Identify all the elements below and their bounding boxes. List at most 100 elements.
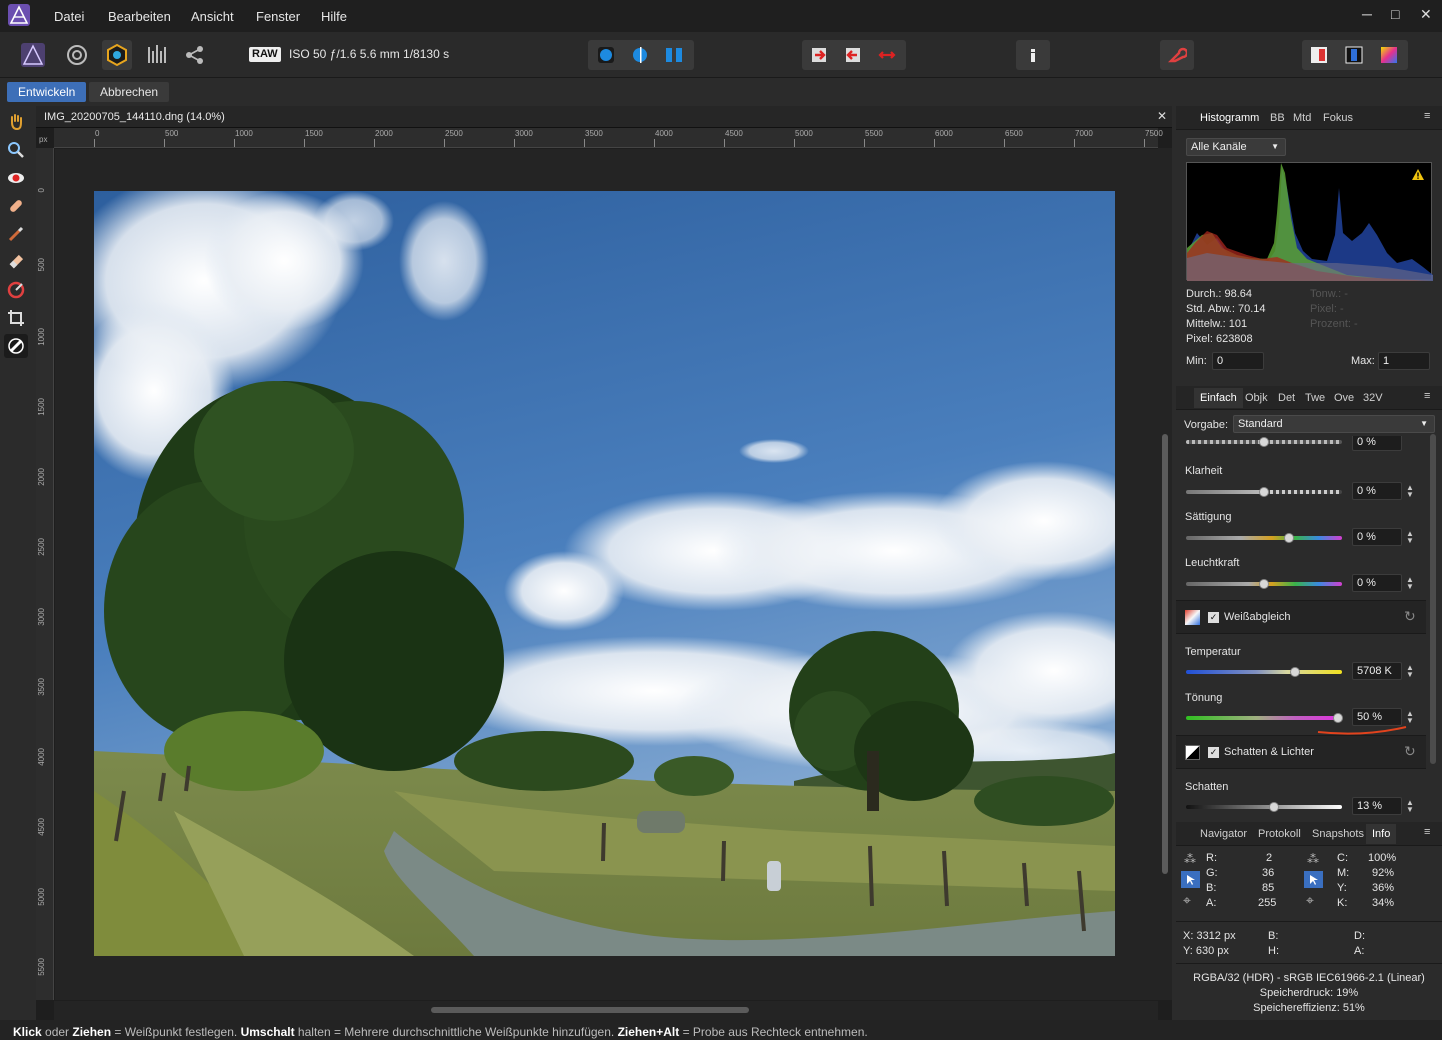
develop-button[interactable]: Entwickeln bbox=[7, 82, 87, 102]
preset-select[interactable]: Standard ▼ bbox=[1233, 415, 1435, 433]
clip-shadows-icon[interactable] bbox=[838, 40, 868, 70]
horizontal-scrollbar[interactable] bbox=[54, 1001, 1158, 1020]
vibrance-stepper[interactable]: ▲ ▼ bbox=[1406, 576, 1414, 591]
horizontal-scroll-thumb[interactable] bbox=[431, 1007, 749, 1013]
cancel-button[interactable]: Abbrechen bbox=[89, 82, 170, 102]
photo-image[interactable] bbox=[94, 191, 1115, 956]
close-window-button[interactable]: ✕ bbox=[1420, 6, 1432, 23]
vertical-scroll-thumb[interactable] bbox=[1162, 434, 1168, 874]
pointer-source-icon[interactable] bbox=[1181, 871, 1200, 888]
temperature-slider-knob[interactable] bbox=[1290, 667, 1300, 677]
hand-tool-icon[interactable] bbox=[4, 110, 28, 134]
zoom-tool-icon[interactable] bbox=[4, 138, 28, 162]
crosshair-icon[interactable]: ⌖ bbox=[1183, 892, 1191, 909]
temperature-stepper[interactable]: ▲ ▼ bbox=[1406, 664, 1414, 679]
document-tab[interactable]: IMG_20200705_144110.dng (14.0%) ✕ bbox=[36, 106, 1172, 128]
shadows-value[interactable]: 13 % bbox=[1352, 797, 1402, 815]
overlay-erase-tool-icon[interactable] bbox=[4, 250, 28, 274]
white-balance-section[interactable]: ✓ Weißabgleich ↻ bbox=[1176, 600, 1426, 634]
panel-menu-icon[interactable]: ≡ bbox=[1424, 390, 1430, 402]
partial-value[interactable]: 0 % bbox=[1352, 436, 1402, 451]
min-input[interactable]: 0 bbox=[1212, 352, 1264, 370]
red-eye-tool-icon[interactable] bbox=[4, 166, 28, 190]
vibrance-value[interactable]: 0 % bbox=[1352, 574, 1402, 592]
tab-navigator[interactable]: Navigator bbox=[1200, 828, 1247, 840]
clip-highlights-icon[interactable] bbox=[804, 40, 834, 70]
min-label: Min: bbox=[1186, 355, 1207, 367]
temperature-value[interactable]: 5708 K bbox=[1352, 662, 1402, 680]
menu-fenster[interactable]: Fenster bbox=[256, 9, 300, 24]
tab-snapshots[interactable]: Snapshots bbox=[1312, 828, 1364, 840]
tab-info[interactable]: Info bbox=[1366, 824, 1397, 844]
vertical-scrollbar[interactable] bbox=[1158, 148, 1172, 1000]
saturation-stepper[interactable]: ▲ ▼ bbox=[1406, 530, 1414, 545]
clarity-value[interactable]: 0 % bbox=[1352, 482, 1402, 500]
tab-fokus[interactable]: Fokus bbox=[1323, 112, 1353, 124]
crosshair-icon[interactable]: ⌖ bbox=[1306, 892, 1314, 909]
white-balance-tool-icon[interactable] bbox=[4, 334, 28, 358]
menu-bearbeiten[interactable]: Bearbeiten bbox=[108, 9, 171, 24]
tab-det[interactable]: Det bbox=[1278, 392, 1295, 404]
assistant-icon[interactable] bbox=[1162, 40, 1192, 70]
tint-slider-knob[interactable] bbox=[1333, 713, 1343, 723]
share-icon[interactable] bbox=[180, 40, 210, 70]
info-icon[interactable] bbox=[1018, 40, 1048, 70]
reset-icon[interactable]: ↻ bbox=[1404, 608, 1416, 625]
shadows-stepper[interactable]: ▲ ▼ bbox=[1406, 799, 1414, 814]
tab-objk[interactable]: Objk bbox=[1245, 392, 1268, 404]
max-input[interactable]: 1 bbox=[1378, 352, 1430, 370]
saturation-slider-knob[interactable] bbox=[1284, 533, 1294, 543]
scope-toggle-icon[interactable] bbox=[1339, 40, 1369, 70]
shadows-highlights-section[interactable]: ✓ Schatten & Lichter ↻ bbox=[1176, 735, 1426, 769]
temperature-slider[interactable] bbox=[1186, 670, 1342, 674]
develop-scrollbar[interactable] bbox=[1430, 434, 1436, 764]
menu-datei[interactable]: Datei bbox=[54, 9, 84, 24]
shadows-highlights-checkbox[interactable]: ✓ bbox=[1208, 747, 1219, 758]
reset-icon[interactable]: ↻ bbox=[1404, 743, 1416, 760]
tab-twe[interactable]: Twe bbox=[1305, 392, 1325, 404]
menu-ansicht[interactable]: Ansicht bbox=[191, 9, 234, 24]
develop-persona-icon[interactable] bbox=[102, 40, 132, 70]
saturation-slider[interactable] bbox=[1186, 536, 1342, 540]
clarity-slider-knob[interactable] bbox=[1259, 487, 1269, 497]
ruler-h-tick: 2500 bbox=[445, 129, 463, 138]
tone-mapping-persona-icon[interactable] bbox=[142, 40, 172, 70]
tab-bb[interactable]: BB bbox=[1270, 112, 1285, 124]
pointer-source-icon[interactable] bbox=[1304, 871, 1323, 888]
panel-menu-icon[interactable]: ≡ bbox=[1424, 826, 1430, 838]
clarity-stepper[interactable]: ▲ ▼ bbox=[1406, 484, 1414, 499]
color-toggle-icon[interactable] bbox=[1374, 40, 1404, 70]
tab-einfach[interactable]: Einfach bbox=[1194, 388, 1243, 408]
single-view-icon[interactable] bbox=[591, 40, 621, 70]
warning-icon[interactable] bbox=[1411, 168, 1425, 184]
overlay-gradient-tool-icon[interactable] bbox=[4, 278, 28, 302]
liquify-persona-icon[interactable] bbox=[62, 40, 92, 70]
saturation-value[interactable]: 0 % bbox=[1352, 528, 1402, 546]
tint-slider[interactable] bbox=[1186, 716, 1342, 720]
partial-slider-knob[interactable] bbox=[1259, 437, 1269, 447]
white-balance-checkbox[interactable]: ✓ bbox=[1208, 612, 1219, 623]
menu-hilfe[interactable]: Hilfe bbox=[321, 9, 347, 24]
maximize-button[interactable]: □ bbox=[1391, 6, 1399, 22]
tab-histogram[interactable]: Histogramm bbox=[1200, 112, 1259, 124]
split-view-icon[interactable] bbox=[625, 40, 655, 70]
mirror-view-icon[interactable] bbox=[659, 40, 689, 70]
document-close-button[interactable]: ✕ bbox=[1157, 109, 1167, 123]
tab-32v[interactable]: 32V bbox=[1363, 392, 1383, 404]
blemish-tool-icon[interactable] bbox=[4, 194, 28, 218]
panel-menu-icon[interactable]: ≡ bbox=[1424, 110, 1430, 122]
tab-mtd[interactable]: Mtd bbox=[1293, 112, 1311, 124]
photo-persona-icon[interactable] bbox=[18, 40, 48, 70]
shadows-slider-knob[interactable] bbox=[1269, 802, 1279, 812]
tab-ove[interactable]: Ove bbox=[1334, 392, 1354, 404]
channel-select[interactable]: Alle Kanäle ▼ bbox=[1186, 138, 1286, 156]
minimize-button[interactable]: ─ bbox=[1362, 6, 1372, 22]
vibrance-slider-knob[interactable] bbox=[1259, 579, 1269, 589]
overlay-paint-tool-icon[interactable] bbox=[4, 222, 28, 246]
tab-protokoll[interactable]: Protokoll bbox=[1258, 828, 1301, 840]
shadows-slider[interactable] bbox=[1186, 805, 1342, 809]
clip-tones-icon[interactable] bbox=[872, 40, 902, 70]
histogram-toggle-icon[interactable] bbox=[1304, 40, 1334, 70]
crop-tool-icon[interactable] bbox=[4, 306, 28, 330]
tint-stepper[interactable]: ▲ ▼ bbox=[1406, 710, 1414, 725]
